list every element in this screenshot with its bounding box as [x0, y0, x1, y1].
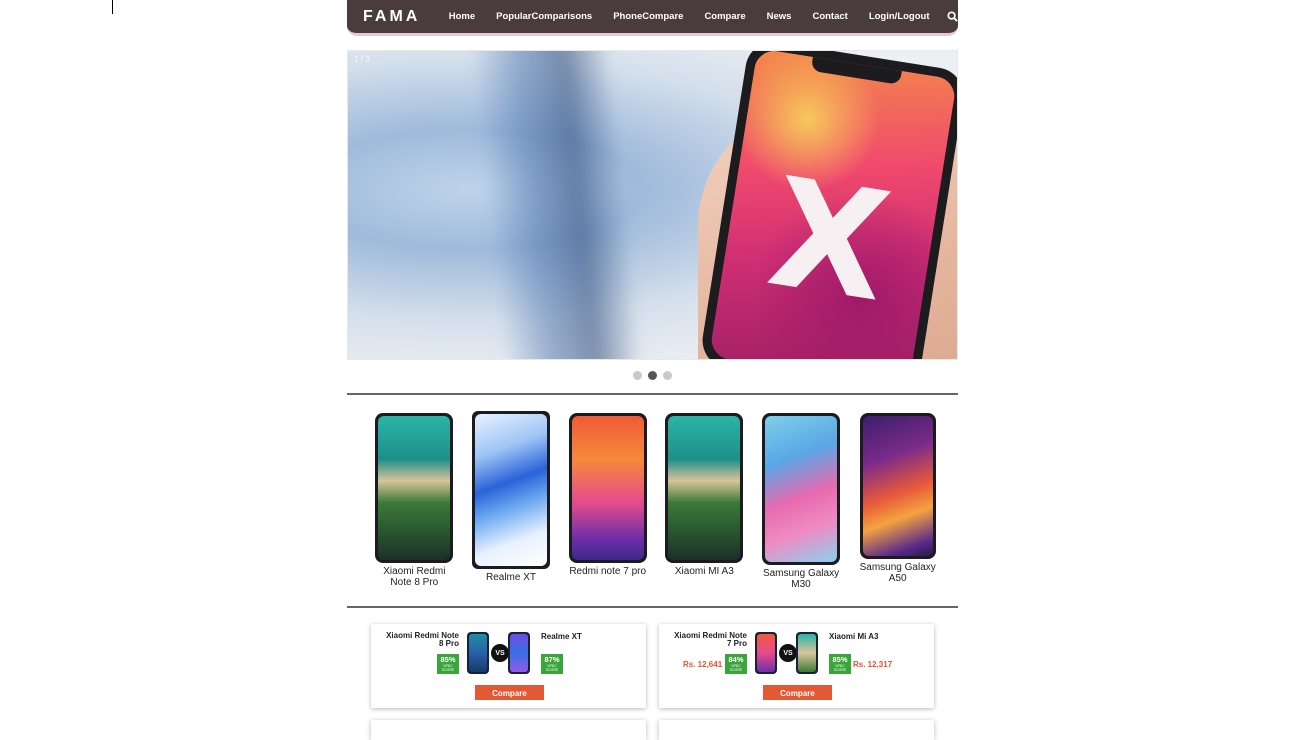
phone-name: Redmi note 7 pro — [569, 566, 647, 577]
phone-name: Xiaomi Redmi Note 8 Pro — [383, 566, 446, 588]
left-phone-thumb — [467, 632, 489, 674]
right-phone-price: Rs. 12,317 — [853, 660, 893, 669]
nav-news[interactable]: News — [767, 11, 792, 22]
nav-popular-comparisons[interactable]: PopularComparisons — [496, 11, 592, 22]
nav-compare[interactable]: Compare — [704, 11, 745, 22]
phone-name: Xiaomi MI A3 — [674, 566, 734, 577]
left-spec-score: 85% SPEC SCORE — [437, 654, 459, 674]
phone-image — [762, 413, 841, 565]
phone-list: Xiaomi Redmi Note 8 Pro Realme XT Redmi … — [366, 411, 946, 590]
phone-image — [665, 413, 744, 563]
nav-contact[interactable]: Contact — [812, 11, 847, 22]
comparison-card[interactable]: Xiaomi Redmi Note 8 Pro VS Realme XT 85%… — [371, 624, 646, 708]
nav-login-logout[interactable]: Login/Logout — [869, 11, 930, 22]
comparison-card[interactable] — [659, 720, 934, 740]
text-cursor — [112, 0, 113, 14]
left-phone-price: Rs. 12,641 — [683, 660, 723, 669]
page-container: FAMA Home PopularComparisons PhoneCompar… — [347, 0, 958, 740]
search-icon[interactable] — [946, 11, 958, 23]
phone-card[interactable]: Xiaomi Redmi Note 8 Pro — [366, 413, 463, 590]
phone-image — [568, 413, 647, 563]
right-phone-name: Xiaomi Mi A3 — [829, 632, 879, 641]
navbar: FAMA Home PopularComparisons PhoneCompar… — [347, 0, 958, 36]
phone-image — [859, 413, 936, 559]
phone-notch — [810, 56, 902, 85]
right-spec-score: 85% SPEC SCORE — [829, 654, 851, 674]
nav-phone-compare[interactable]: PhoneCompare — [613, 11, 683, 22]
screen-logo-x: X — [758, 145, 901, 336]
phone-image — [472, 411, 550, 569]
slide-counter: 1 / 3 — [354, 55, 370, 64]
compare-button[interactable]: Compare — [763, 685, 832, 700]
phone-card[interactable]: Realme XT — [463, 411, 560, 590]
left-phone-name: Xiaomi Redmi Note 7 Pro — [674, 631, 747, 648]
phone-card[interactable]: Samsung Galaxy A50 — [849, 413, 946, 590]
vs-badge: VS — [491, 644, 509, 662]
phone-screen: X — [708, 51, 957, 359]
divider — [347, 393, 958, 395]
right-phone-thumb — [796, 632, 818, 674]
carousel-indicators — [347, 371, 958, 380]
right-spec-score: 87% SPEC SCORE — [541, 654, 563, 674]
carousel-dot-2[interactable] — [648, 371, 657, 380]
nav-menu: Home PopularComparisons PhoneCompare Com… — [438, 11, 958, 23]
phone-name: Samsung Galaxy M30 — [762, 568, 840, 590]
phone-card[interactable]: Xiaomi MI A3 — [656, 413, 753, 590]
brand-logo[interactable]: FAMA — [363, 8, 436, 26]
left-spec-score: 84% SPEC SCORE — [725, 654, 747, 674]
left-phone-thumb — [755, 632, 777, 674]
compare-button[interactable]: Compare — [475, 685, 544, 700]
carousel-dot-3[interactable] — [663, 371, 672, 380]
comparison-card[interactable]: Xiaomi Redmi Note 7 Pro VS Xiaomi Mi A3 … — [659, 624, 934, 708]
left-phone-name: Xiaomi Redmi Note 8 Pro — [386, 631, 459, 648]
right-phone-thumb — [508, 632, 530, 674]
nav-home[interactable]: Home — [449, 11, 475, 22]
phone-name: Samsung Galaxy A50 — [859, 562, 936, 584]
right-phone-name: Realme XT — [541, 632, 582, 641]
comparison-card[interactable] — [371, 720, 646, 740]
phone-name: Realme XT — [485, 572, 536, 583]
vs-badge: VS — [779, 644, 797, 662]
divider — [347, 606, 958, 608]
phone-card[interactable]: Redmi note 7 pro — [559, 413, 656, 590]
carousel-dot-1[interactable] — [633, 371, 642, 380]
phone-card[interactable]: Samsung Galaxy M30 — [753, 413, 850, 590]
hero-carousel-slide[interactable]: X 1 / 3 — [347, 50, 958, 360]
hero-phone-image: X — [698, 51, 957, 359]
phone-image — [375, 413, 454, 563]
hero-background — [466, 51, 650, 359]
